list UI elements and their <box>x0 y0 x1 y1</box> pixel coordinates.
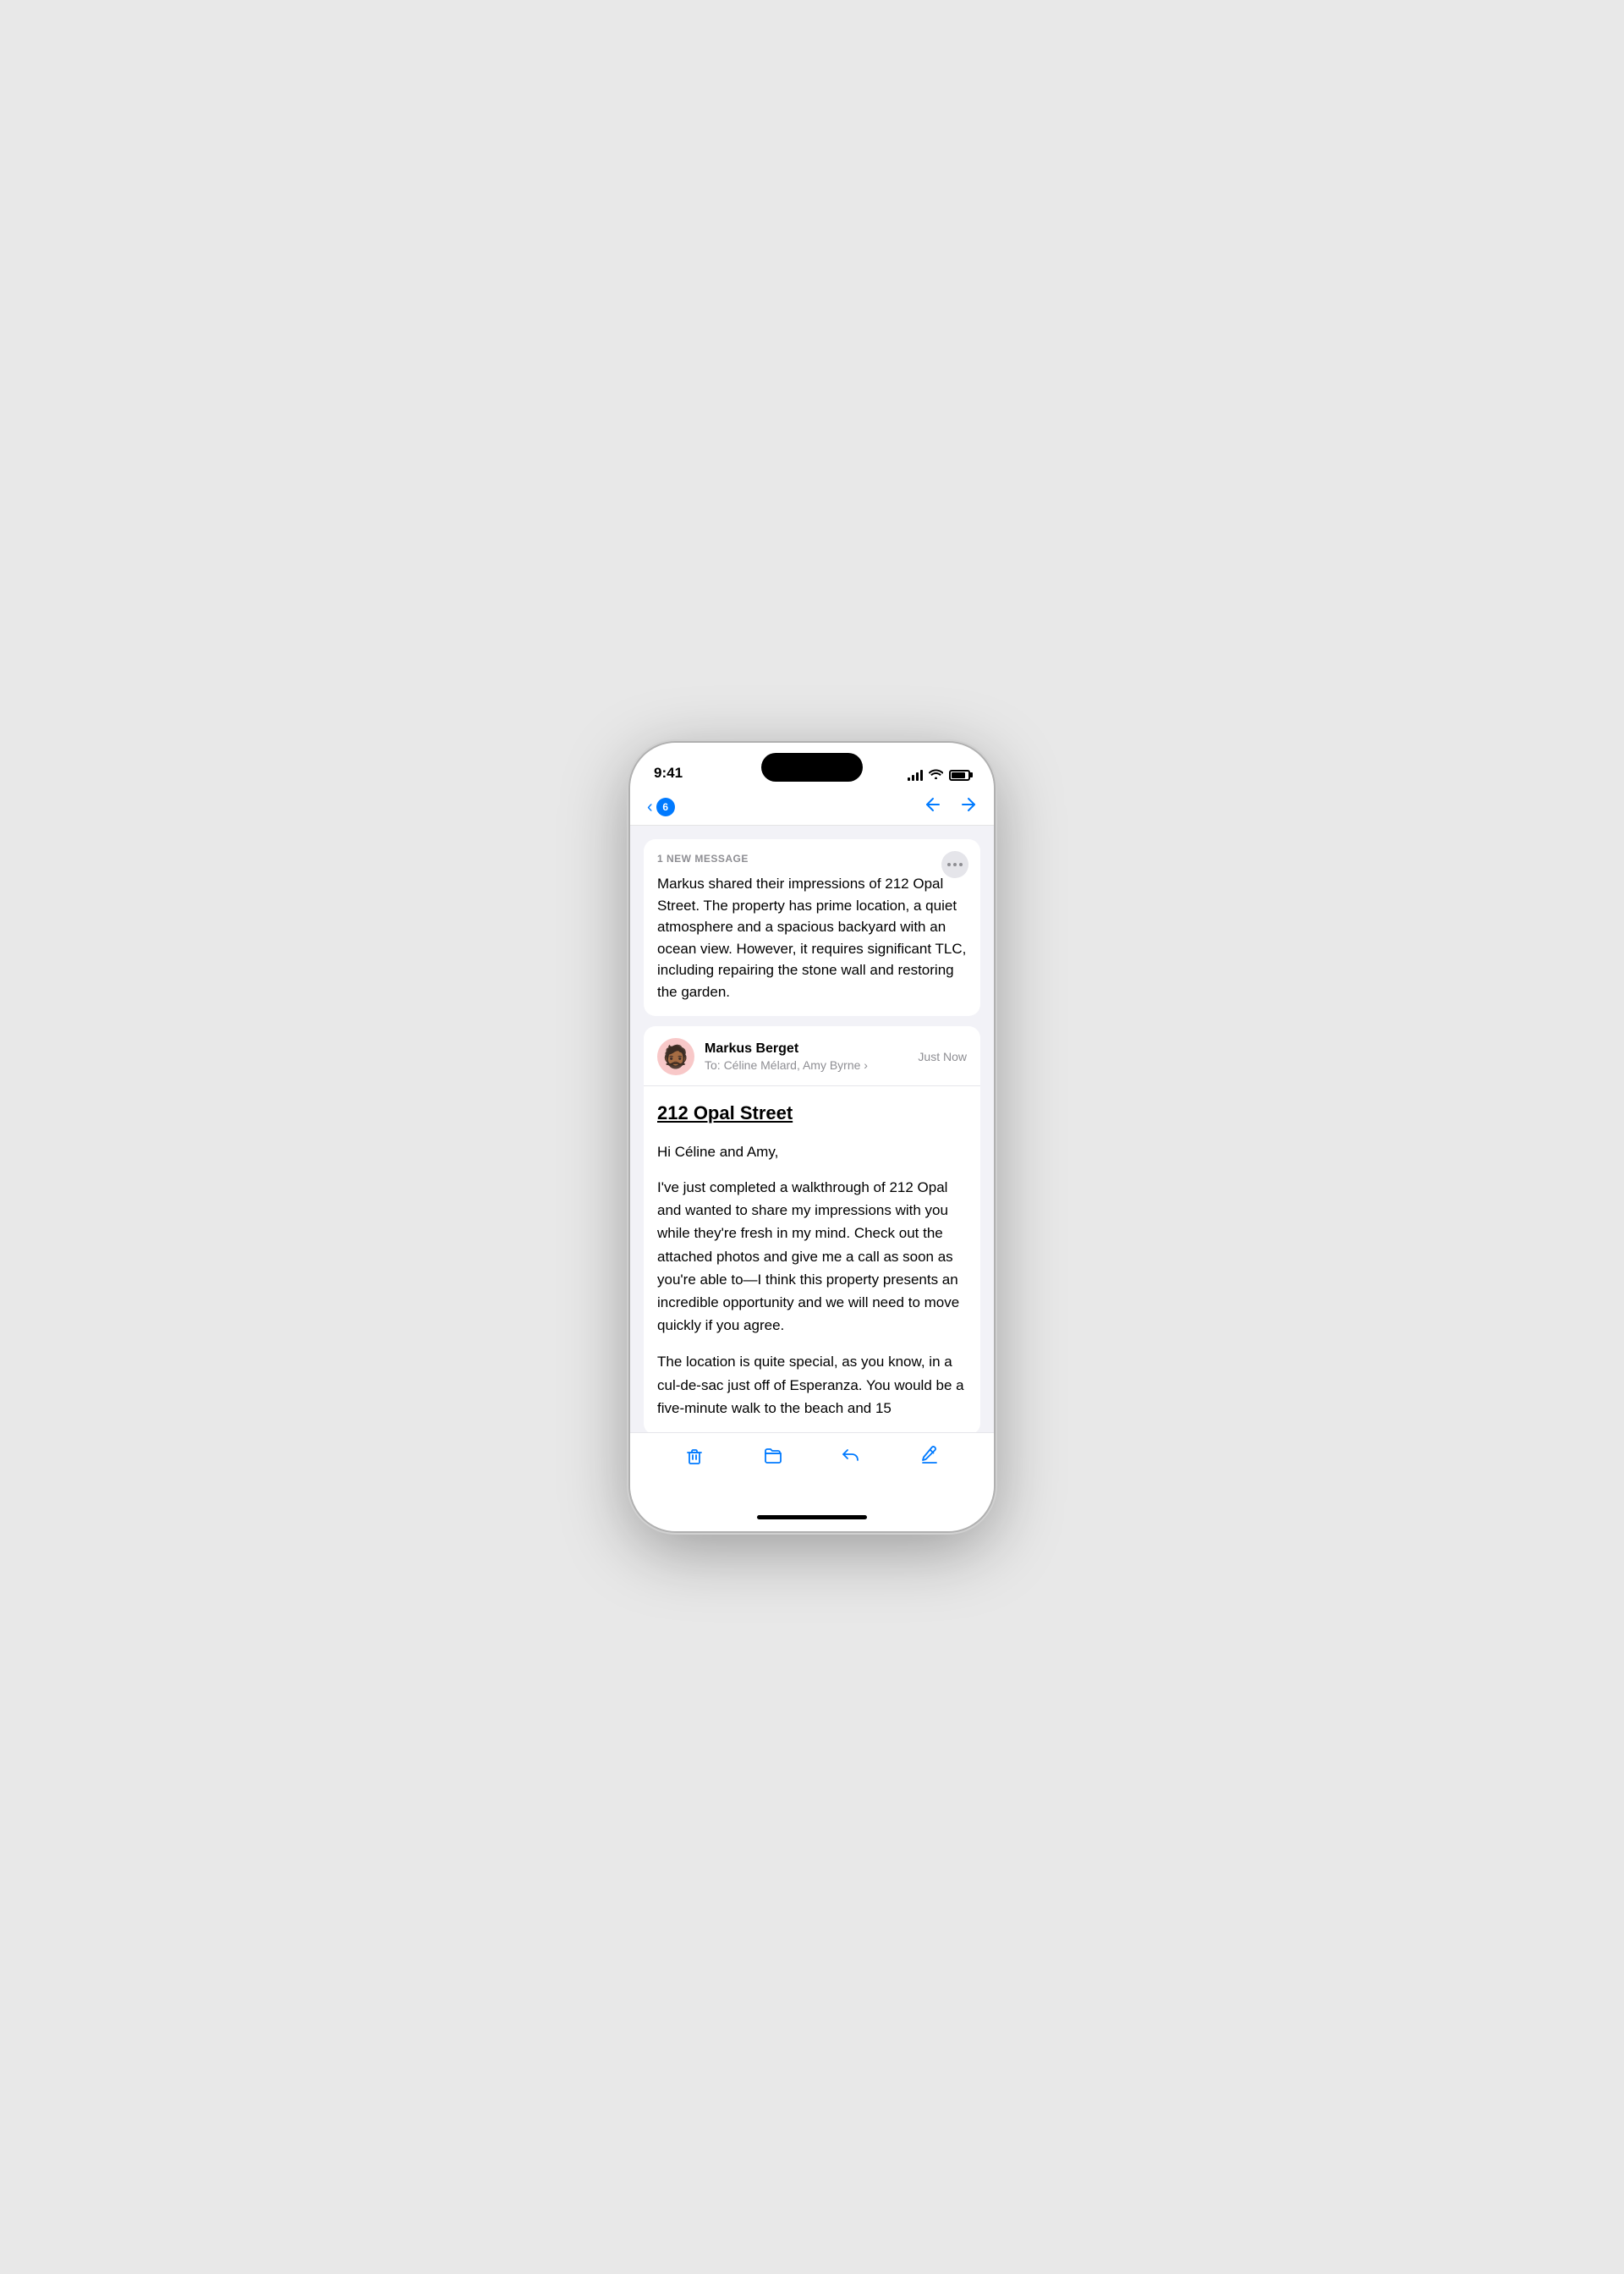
sender-to: To: Céline Mélard, Amy Byrne › <box>705 1058 908 1072</box>
prev-message-button[interactable] <box>924 796 941 818</box>
unread-badge: 6 <box>656 798 675 816</box>
delete-button[interactable] <box>656 1443 734 1467</box>
email-paragraph-1: I've just completed a walkthrough of 212… <box>657 1176 967 1337</box>
more-options-button[interactable] <box>941 851 968 878</box>
email-time: Just Now <box>918 1050 967 1063</box>
signal-bars-icon <box>908 769 923 781</box>
nav-bar: ‹ 6 <box>630 788 994 826</box>
sender-name: Markus Berget <box>705 1041 908 1057</box>
compose-button[interactable] <box>891 1443 969 1467</box>
home-bar <box>757 1515 867 1519</box>
phone-screen: 9:41 ‹ <box>630 743 994 1531</box>
summary-card: 1 NEW MESSAGE Markus shared their impres… <box>644 839 980 1016</box>
nav-arrows <box>924 796 977 818</box>
phone-frame: 9:41 ‹ <box>630 743 994 1531</box>
email-item[interactable]: 🧔🏾 Markus Berget To: Céline Mélard, Amy … <box>644 1026 980 1432</box>
bottom-toolbar <box>630 1432 994 1502</box>
battery-icon <box>949 770 970 781</box>
status-bar: 9:41 <box>630 743 994 788</box>
dynamic-island <box>761 753 863 782</box>
summary-text: Markus shared their impressions of 212 O… <box>657 873 967 1002</box>
back-button[interactable]: ‹ 6 <box>647 798 675 816</box>
email-header: 🧔🏾 Markus Berget To: Céline Mélard, Amy … <box>644 1026 980 1086</box>
email-body: 212 Opal Street Hi Céline and Amy, I've … <box>644 1086 980 1432</box>
next-message-button[interactable] <box>960 796 977 818</box>
email-subject: 212 Opal Street <box>657 1101 967 1126</box>
new-message-label: 1 NEW MESSAGE <box>657 853 967 865</box>
avatar: 🧔🏾 <box>657 1038 694 1075</box>
sender-info: Markus Berget To: Céline Mélard, Amy Byr… <box>705 1041 908 1072</box>
home-indicator <box>630 1502 994 1531</box>
wifi-icon <box>929 768 943 782</box>
main-content[interactable]: 1 NEW MESSAGE Markus shared their impres… <box>630 826 994 1432</box>
email-paragraph-2: The location is quite special, as you kn… <box>657 1350 967 1420</box>
folder-button[interactable] <box>734 1443 813 1467</box>
email-greeting: Hi Céline and Amy, <box>657 1141 967 1163</box>
back-chevron-icon: ‹ <box>647 799 653 816</box>
more-dots-icon <box>947 863 963 866</box>
reply-button[interactable] <box>812 1443 891 1467</box>
